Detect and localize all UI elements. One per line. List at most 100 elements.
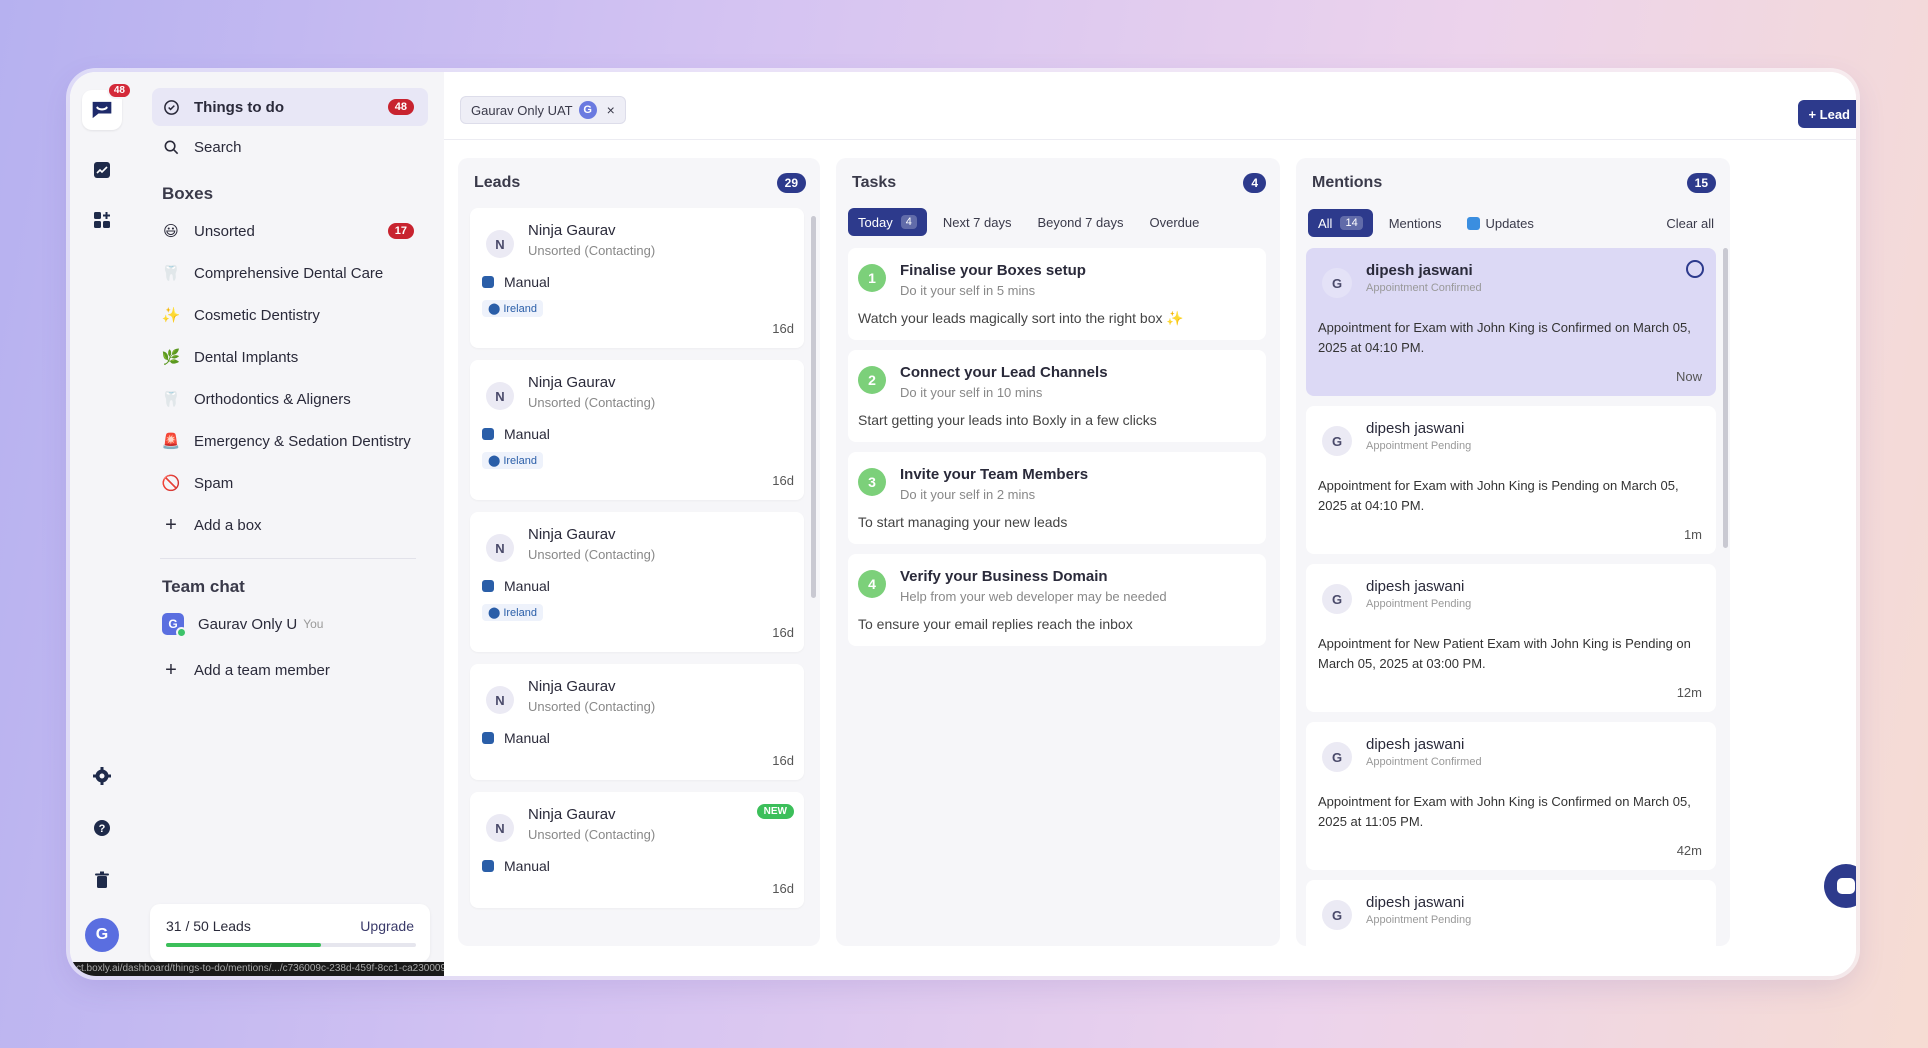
mention-subtitle: Appointment Pending (1366, 598, 1472, 610)
gear-icon[interactable] (88, 762, 116, 790)
boxly-logo-icon[interactable]: 48 (82, 82, 132, 130)
lead-source: Manual (482, 730, 794, 746)
box-emergency-sedation[interactable]: 🚨 Emergency & Sedation Dentistry (152, 420, 428, 462)
add-lead-button[interactable]: + Lead (1798, 100, 1856, 128)
box-cosmetic-dentistry[interactable]: ✨ Cosmetic Dentistry (152, 294, 428, 336)
lead-source-label: Manual (504, 578, 550, 594)
leads-scrollbar[interactable] (811, 216, 816, 598)
tab-today-label: Today (858, 214, 893, 230)
nav-search[interactable]: Search (152, 128, 428, 166)
mention-avatar: G (1322, 584, 1352, 614)
task-description: To start managing your new leads (858, 514, 1068, 530)
lead-source: Manual (482, 858, 794, 874)
close-icon[interactable]: × (607, 102, 615, 118)
location-tag: ⬤ Ireland (482, 452, 543, 469)
tab-updates[interactable]: Updates (1457, 209, 1543, 237)
task-subtitle: Help from your web developer may be need… (900, 589, 1167, 604)
herb-icon: 🌿 (161, 349, 181, 366)
chat-bubble-icon (1837, 878, 1855, 894)
mention-name: dipesh jaswani (1366, 736, 1465, 753)
chart-line-icon[interactable] (88, 156, 116, 184)
lead-status: Unsorted (Contacting) (528, 699, 656, 714)
lead-card[interactable]: N Ninja Gaurav Unsorted (Contacting) Man… (470, 664, 804, 780)
location-tag: ⬤ Ireland (482, 300, 543, 317)
task-card[interactable]: 1 Finalise your Boxes setup Do it your s… (848, 248, 1266, 340)
lead-avatar: N (486, 814, 514, 842)
box-dental-implants[interactable]: 🌿 Dental Implants (152, 336, 428, 378)
tab-next-7-days[interactable]: Next 7 days (933, 208, 1022, 236)
lead-card[interactable]: N Ninja Gaurav Unsorted (Contacting) Man… (470, 208, 804, 348)
lead-source-label: Manual (504, 274, 550, 290)
add-box-button[interactable]: + Add a box (152, 504, 428, 546)
box-comprehensive-dental-care[interactable]: 🦷 Comprehensive Dental Care (152, 252, 428, 294)
task-title: Verify your Business Domain (900, 568, 1108, 585)
lead-card[interactable]: N Ninja Gaurav Unsorted (Contacting) Man… (470, 512, 804, 652)
lead-age: 16d (772, 753, 794, 768)
task-card[interactable]: 3 Invite your Team Members Do it your se… (848, 452, 1266, 544)
location-tag: ⬤ Ireland (482, 604, 543, 621)
lead-avatar: N (486, 686, 514, 714)
manual-source-icon (482, 860, 494, 872)
task-card[interactable]: 2 Connect your Lead Channels Do it your … (848, 350, 1266, 442)
notification-badge: 48 (106, 82, 132, 99)
help-icon[interactable]: ? (88, 814, 116, 842)
add-team-member-button[interactable]: + Add a team member (152, 651, 428, 689)
app-window: 48 ? G Things to do 48 Search Boxes 😃 Un… (70, 72, 1856, 976)
tab-beyond-7-days[interactable]: Beyond 7 days (1027, 208, 1133, 236)
mention-avatar: G (1322, 900, 1352, 930)
mention-card[interactable]: G dipesh jaswani Appointment Pending App… (1306, 564, 1716, 712)
mention-card[interactable]: G dipesh jaswani Appointment Confirmed A… (1306, 722, 1716, 870)
mention-avatar: G (1322, 426, 1352, 456)
siren-icon: 🚨 (161, 433, 181, 450)
pin-icon: ⬤ (488, 303, 501, 315)
upgrade-link[interactable]: Upgrade (360, 918, 414, 934)
mention-card[interactable]: G dipesh jaswani Appointment Confirmed A… (1306, 248, 1716, 396)
nav-things-to-do-label: Things to do (194, 98, 284, 116)
task-subtitle: Do it your self in 10 mins (900, 385, 1043, 400)
mention-card[interactable]: G dipesh jaswani Appointment Pending (1306, 880, 1716, 946)
mention-avatar: G (1322, 742, 1352, 772)
task-subtitle: Do it your self in 2 mins (900, 487, 1036, 502)
mentions-scrollbar[interactable] (1723, 248, 1728, 548)
box-orthodontics-aligners[interactable]: 🦷 Orthodontics & Aligners (152, 378, 428, 420)
tab-today-count: 4 (900, 215, 917, 229)
tab-overdue[interactable]: Overdue (1140, 208, 1210, 236)
team-member-item[interactable]: G Gaurav Only U You (152, 605, 428, 643)
top-bar: Gaurav Only UAT G × + Lead (444, 72, 1856, 140)
tab-today[interactable]: Today 4 (848, 208, 927, 236)
filter-chip[interactable]: Gaurav Only UAT G × (460, 96, 626, 124)
manual-source-icon (482, 732, 494, 744)
mention-subtitle: Appointment Confirmed (1366, 282, 1482, 294)
pin-icon: ⬤ (488, 607, 501, 619)
mention-card[interactable]: G dipesh jaswani Appointment Pending App… (1306, 406, 1716, 554)
mention-time: 12m (1676, 685, 1702, 700)
task-subtitle: Do it your self in 5 mins (900, 283, 1036, 298)
task-title: Invite your Team Members (900, 466, 1089, 483)
lead-age: 16d (772, 473, 794, 488)
boxes-title: Boxes (162, 184, 214, 203)
lead-age: 16d (772, 321, 794, 336)
plus-icon: + (165, 513, 177, 536)
leads-progress-bar (166, 943, 416, 947)
box-spam[interactable]: 🚫 Spam (152, 462, 428, 504)
task-card[interactable]: 4 Verify your Business Domain Help from … (848, 554, 1266, 646)
tasks-column: Tasks 4 Today 4 Next 7 days Beyond 7 days… (836, 158, 1280, 946)
box-unsorted[interactable]: 😃 Unsorted 17 (152, 210, 428, 252)
nav-things-to-do[interactable]: Things to do 48 (152, 88, 428, 126)
tab-all[interactable]: All 14 (1308, 209, 1373, 237)
main-content: Gaurav Only UAT G × + Lead Leads 29 N Ni… (444, 72, 1856, 976)
trash-icon[interactable] (88, 866, 116, 894)
plus-icon: + (165, 658, 177, 681)
lead-card[interactable]: NEW N Ninja Gaurav Unsorted (Contacting)… (470, 792, 804, 908)
task-title: Connect your Lead Channels (900, 364, 1108, 381)
mention-time: 42m (1676, 843, 1702, 858)
chat-widget-button[interactable] (1824, 864, 1856, 908)
tab-mentions[interactable]: Mentions (1379, 209, 1452, 237)
lead-card[interactable]: N Ninja Gaurav Unsorted (Contacting) Man… (470, 360, 804, 500)
user-avatar[interactable]: G (85, 918, 119, 952)
mark-read-circle-icon[interactable] (1686, 260, 1704, 278)
mention-name: dipesh jaswani (1366, 420, 1465, 437)
lead-age: 16d (772, 881, 794, 896)
apps-grid-icon[interactable] (88, 206, 116, 234)
clear-all-button[interactable]: Clear all (1666, 216, 1718, 231)
